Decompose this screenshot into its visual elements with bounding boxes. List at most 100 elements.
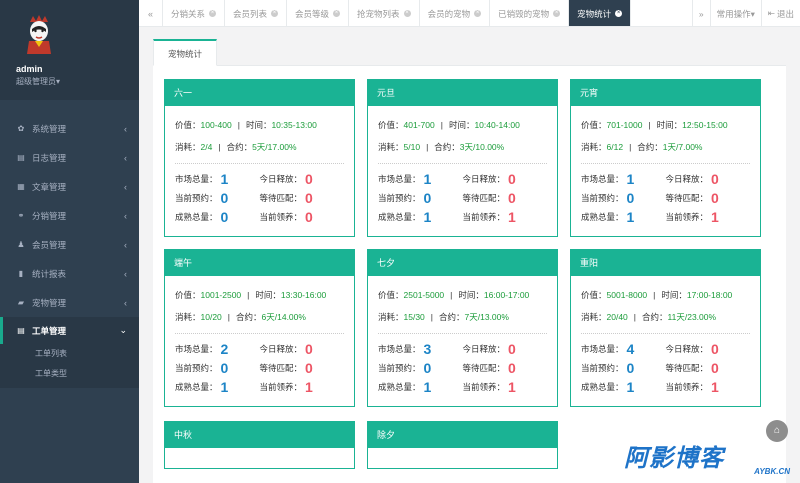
stat-value: 2 [220, 341, 229, 357]
close-icon[interactable]: × [615, 10, 623, 17]
separator: | [633, 312, 637, 322]
stat-label: 等待匹配： [665, 193, 709, 203]
market-total: 市场总量： 4 [581, 340, 666, 358]
consume-label: 消耗： [175, 312, 201, 322]
gear-icon: ✿ [17, 123, 25, 133]
tab-scroll-right-button[interactable]: » [691, 0, 710, 27]
price-time-line: 价值：2501-5000 | 时间：16:00-17:00 [378, 284, 547, 306]
watermark-text: 阿影博客 [624, 444, 724, 472]
avatar-image-icon [27, 15, 51, 54]
stat-value: 1 [423, 209, 432, 225]
consume-value: 6/12 [606, 142, 624, 152]
sub-item-ticket-type[interactable]: 工单类型 [0, 364, 139, 384]
tab-scroll-left-button[interactable]: « [139, 0, 163, 27]
consume-contract-line: 消耗：6/12 | 合约：1天/7.00% [581, 136, 750, 158]
stat-value: 0 [711, 190, 719, 206]
chevron-left-icon: ‹ [124, 268, 127, 279]
stats-grid: 市场总量： 1 今日释放： 0 当前预约： 0 等待匹配： 0 成熟总量： 1 当前领养： 1 [378, 170, 547, 226]
market-total: 市场总量： 2 [175, 340, 260, 358]
stat-label: 市场总量： [378, 344, 421, 354]
price-time-line: 价值：100-400 | 时间：10:35-13:00 [175, 114, 344, 136]
market-total: 市场总量： 1 [175, 170, 260, 188]
consume-label: 消耗： [378, 312, 404, 322]
consume-contract-line: 消耗：5/10 | 合约：3天/10.00% [378, 136, 547, 158]
close-icon[interactable]: × [403, 10, 411, 17]
stat-value: 0 [508, 171, 516, 187]
consume-label: 消耗： [581, 312, 607, 322]
stat-label: 成熟总量： [378, 212, 421, 222]
user-role-dropdown[interactable]: 超级管理员▾ [16, 76, 139, 87]
consume-label: 消耗： [581, 142, 607, 152]
avatar[interactable] [24, 14, 54, 54]
menu-item-log[interactable]: ▤ 日志管理 ‹ [0, 143, 139, 172]
tab-pet-statistics[interactable]: 宠物统计 × [569, 0, 632, 26]
waiting-match: 等待匹配： 0 [463, 359, 548, 377]
market-total: 市场总量： 1 [378, 170, 463, 188]
stat-label: 市场总量： [581, 174, 624, 184]
close-icon[interactable]: × [333, 10, 341, 17]
stat-label: 当前预约： [581, 193, 624, 203]
stat-label: 等待匹配： [462, 363, 506, 373]
waiting-match: 等待匹配： 0 [463, 189, 548, 207]
time-label: 时间： [661, 290, 687, 300]
user-icon: ♟ [17, 239, 25, 249]
common-operations-dropdown[interactable]: 常用操作▾ [709, 0, 761, 27]
menu-item-ticket[interactable]: ▤ 工单管理 ⌄ [0, 317, 139, 344]
pet-icon: ▰ [17, 297, 25, 307]
price-value: 5001-8000 [606, 290, 648, 300]
price-label: 价值： [378, 120, 404, 130]
pet-card: 中秋 [164, 421, 355, 469]
pet-card-body: 价值：401-700 | 时间：10:40-14:00 消耗：5/10 | 合约：3天/1… [368, 106, 557, 226]
menu-item-member[interactable]: ♟ 会员管理 ‹ [0, 230, 139, 259]
menu-item-pet[interactable]: ▰ 宠物管理 ‹ [0, 288, 139, 317]
tab-member-level[interactable]: 会员等级 × [287, 0, 350, 26]
pet-card: 七夕 价值：2501-5000 | 时间：16:00-17:00 消耗：15/30 | 合约… [367, 249, 558, 407]
mature-total: 成熟总量： 0 [175, 208, 260, 226]
sub-item-ticket-list[interactable]: 工单列表 [0, 344, 139, 364]
inner-tab-pet-statistics[interactable]: 宠物统计 [153, 39, 218, 66]
menu-item-system[interactable]: ✿ 系统管理 ‹ [0, 114, 139, 143]
contract-label: 合约： [226, 142, 253, 152]
tab-distribution-relation[interactable]: 分销关系 × [163, 0, 226, 26]
chevron-left-icon: ‹ [124, 123, 127, 134]
consume-value: 20/40 [606, 312, 628, 322]
close-icon[interactable]: × [271, 10, 279, 17]
stat-value: 1 [305, 379, 313, 395]
tab-destroyed-pets[interactable]: 已销毁的宠物 × [490, 0, 570, 26]
stat-value: 4 [626, 341, 635, 357]
contract-value: 11天/23.00% [667, 312, 717, 322]
stat-value: 0 [508, 341, 516, 357]
current-reserve: 当前预约： 0 [581, 189, 666, 207]
stat-label: 当前领养： [665, 382, 709, 392]
tab-grab-pet-list[interactable]: 抢宠物列表 × [349, 0, 420, 26]
profile: admin 超级管理员▾ [0, 0, 139, 100]
consume-value: 2/4 [200, 142, 213, 152]
logout-button[interactable]: ⇤ 退出 [760, 0, 800, 27]
pet-card: 元旦 价值：401-700 | 时间：10:40-14:00 消耗：5/10 | 合约：3天… [367, 79, 558, 237]
current-adopt: 当前领养： 1 [463, 208, 548, 226]
menu-item-report[interactable]: ▮ 统计报表 ‹ [0, 259, 139, 288]
stat-value: 0 [626, 190, 635, 206]
today-release: 今日释放： 0 [666, 170, 751, 188]
mature-total: 成熟总量： 1 [581, 378, 666, 396]
close-icon[interactable]: × [209, 10, 217, 17]
main-content: 宠物统计 六一 价值：100-400 | 时间：10:35-13:00 消耗：2/4 | 合… [139, 27, 800, 483]
stats-grid: 市场总量： 3 今日释放： 0 当前预约： 0 等待匹配： 0 成熟总量： 1 当前领养： 1 [378, 340, 547, 396]
stat-value: 1 [508, 379, 516, 395]
tab-member-pets[interactable]: 会员的宠物 × [420, 0, 491, 26]
chart-icon: ▮ [18, 268, 24, 278]
close-icon[interactable]: × [474, 10, 482, 17]
stats-grid: 市场总量： 1 今日释放： 0 当前预约： 0 等待匹配： 0 成熟总量： 1 当前领养： 1 [581, 170, 750, 226]
stats-grid: 市场总量： 1 今日释放： 0 当前预约： 0 等待匹配： 0 成熟总量： 0 当前领养： 0 [175, 170, 344, 226]
stat-value: 0 [508, 360, 516, 376]
menu-item-article[interactable]: ▦ 文章管理 ‹ [0, 172, 139, 201]
price-value: 2501-5000 [403, 290, 445, 300]
consume-value: 5/10 [403, 142, 421, 152]
menu-item-distribution[interactable]: ⚭ 分销管理 ‹ [0, 201, 139, 230]
contract-label: 合约： [637, 142, 663, 152]
stat-value: 1 [508, 209, 516, 225]
stat-value: 1 [220, 171, 229, 187]
pet-card: 端午 价值：1001-2500 | 时间：13:30-16:00 消耗：10/20 | 合约… [164, 249, 355, 407]
tab-member-list[interactable]: 会员列表 × [225, 0, 288, 26]
close-icon[interactable]: × [553, 10, 561, 17]
